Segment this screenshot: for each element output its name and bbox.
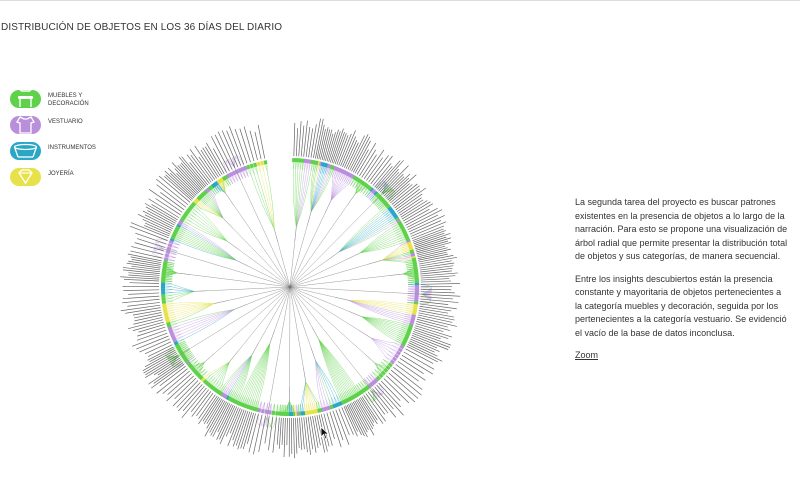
drum-icon [10, 142, 41, 160]
legend-item-vestuario: VESTUARIO [8, 112, 108, 138]
chair-icon [10, 90, 41, 108]
description-block: La segunda tarea del proyecto es buscar … [575, 196, 790, 372]
legend-label-joyeria: JOYERÍA [48, 171, 74, 177]
description-paragraph-1: La segunda tarea del proyecto es buscar … [575, 197, 788, 261]
mouse-cursor-icon [320, 426, 330, 440]
shirt-icon [10, 116, 41, 134]
zoom-link[interactable]: Zoom [575, 350, 598, 360]
legend-label-vestuario: VESTUARIO [48, 119, 83, 125]
legend-item-instrumentos: INSTRUMENTOS [8, 138, 108, 164]
legend-item-joyeria: JOYERÍA [8, 164, 108, 190]
category-legend: MUEBLES Y DECORACIÓN VESTUARIO INSTRUMEN… [8, 86, 108, 190]
top-divider [0, 0, 800, 1]
radial-tree-visualization[interactable] [100, 80, 480, 465]
legend-label-instrumentos: INSTRUMENTOS [48, 145, 96, 151]
diamond-icon [10, 168, 41, 186]
legend-label-muebles: MUEBLES Y DECORACIÓN [48, 93, 89, 107]
description-paragraph-2: Entre los insights descubiertos están la… [575, 273, 787, 338]
page-title: DISTRIBUCIÓN DE OBJETOS EN LOS 36 DÍAS D… [1, 22, 283, 33]
legend-item-muebles: MUEBLES Y DECORACIÓN [8, 86, 108, 112]
